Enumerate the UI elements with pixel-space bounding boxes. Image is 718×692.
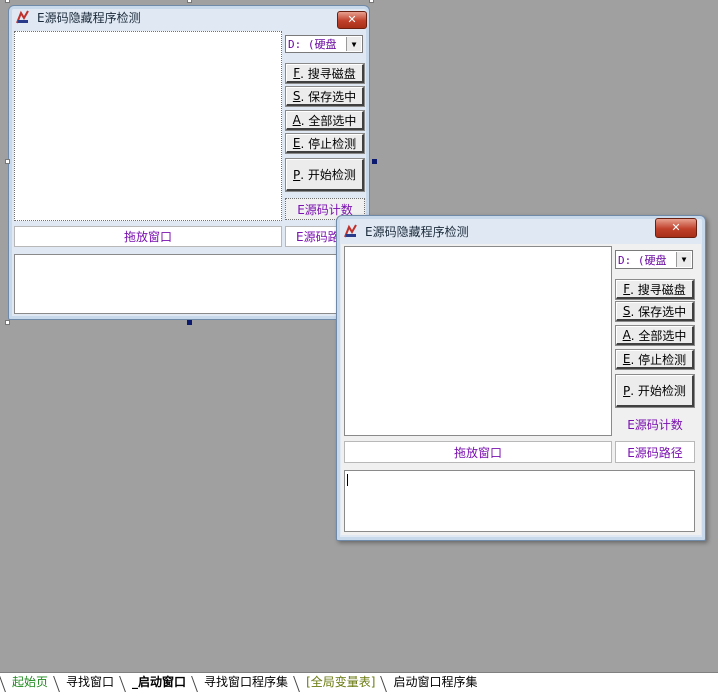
window-title: E源码隐藏程序检测 — [365, 224, 469, 239]
app-icon — [15, 9, 31, 25]
tab-startup-window-program-set[interactable]: 启动窗口程序集 — [383, 673, 485, 692]
tab-global-variables[interactable]: [全局变量表] — [296, 673, 383, 692]
save-selected-button[interactable]: S. 保存选中 — [615, 301, 695, 322]
resize-handle[interactable] — [187, 0, 192, 3]
drop-window-label: 拖放窗口 — [14, 226, 282, 247]
editor-tab-bar: 起始页 寻找窗口 _启动窗口 寻找窗口程序集 [全局变量表] 启动窗口程序集 — [0, 672, 718, 692]
search-disk-button[interactable]: F. 搜寻磁盘 — [285, 63, 365, 84]
drive-combo-value: D: (硬盘 — [288, 38, 337, 51]
select-all-button[interactable]: A. 全部选中 — [285, 110, 365, 131]
output-textarea[interactable] — [344, 470, 695, 532]
resize-handle[interactable] — [5, 0, 10, 3]
file-listbox[interactable] — [14, 31, 282, 221]
stop-detect-button[interactable]: E. 停止检测 — [615, 349, 695, 370]
output-textarea[interactable] — [14, 254, 338, 314]
window-title: E源码隐藏程序检测 — [37, 10, 141, 25]
app-icon — [343, 223, 359, 239]
text-cursor — [347, 474, 348, 486]
search-disk-button[interactable]: F. 搜寻磁盘 — [615, 279, 695, 300]
drop-window-label: 拖放窗口 — [344, 441, 612, 463]
drive-combo-value: D: (硬盘 — [618, 253, 667, 267]
start-detect-button[interactable]: P. 开始检测 — [285, 158, 365, 192]
close-button[interactable]: ✕ — [337, 11, 367, 29]
resize-handle[interactable] — [369, 0, 374, 3]
tab-start-page[interactable]: 起始页 — [2, 673, 56, 692]
design-window-titlebar[interactable]: E源码隐藏程序检测 — [9, 6, 369, 28]
close-button[interactable]: ✕ — [655, 218, 697, 238]
resize-handle[interactable] — [5, 159, 10, 164]
tab-find-window-program-set[interactable]: 寻找窗口程序集 — [194, 673, 296, 692]
save-selected-button[interactable]: S. 保存选中 — [285, 86, 365, 107]
source-count-label: E源码计数 — [615, 413, 695, 435]
resize-handle[interactable] — [187, 320, 192, 325]
resize-handle[interactable] — [5, 320, 10, 325]
start-detect-button[interactable]: P. 开始检测 — [615, 374, 695, 408]
resize-handle[interactable] — [372, 159, 377, 164]
run-window-titlebar[interactable]: E源码隐藏程序检测 — [337, 216, 705, 246]
chevron-down-icon[interactable]: ▼ — [346, 37, 361, 51]
tab-find-window[interactable]: 寻找窗口 — [56, 673, 122, 692]
drive-combo[interactable]: D: (硬盘 ▼ — [285, 35, 363, 53]
select-all-button[interactable]: A. 全部选中 — [615, 325, 695, 346]
source-path-label: E源码路 — [285, 226, 337, 247]
tab-startup-window[interactable]: _启动窗口 — [122, 673, 194, 692]
drive-combo[interactable]: D: (硬盘 ▼ — [615, 250, 693, 269]
source-path-label: E源码路径 — [615, 441, 695, 463]
file-listbox[interactable] — [344, 246, 612, 436]
stop-detect-button[interactable]: E. 停止检测 — [285, 133, 365, 154]
chevron-down-icon[interactable]: ▼ — [676, 252, 691, 267]
